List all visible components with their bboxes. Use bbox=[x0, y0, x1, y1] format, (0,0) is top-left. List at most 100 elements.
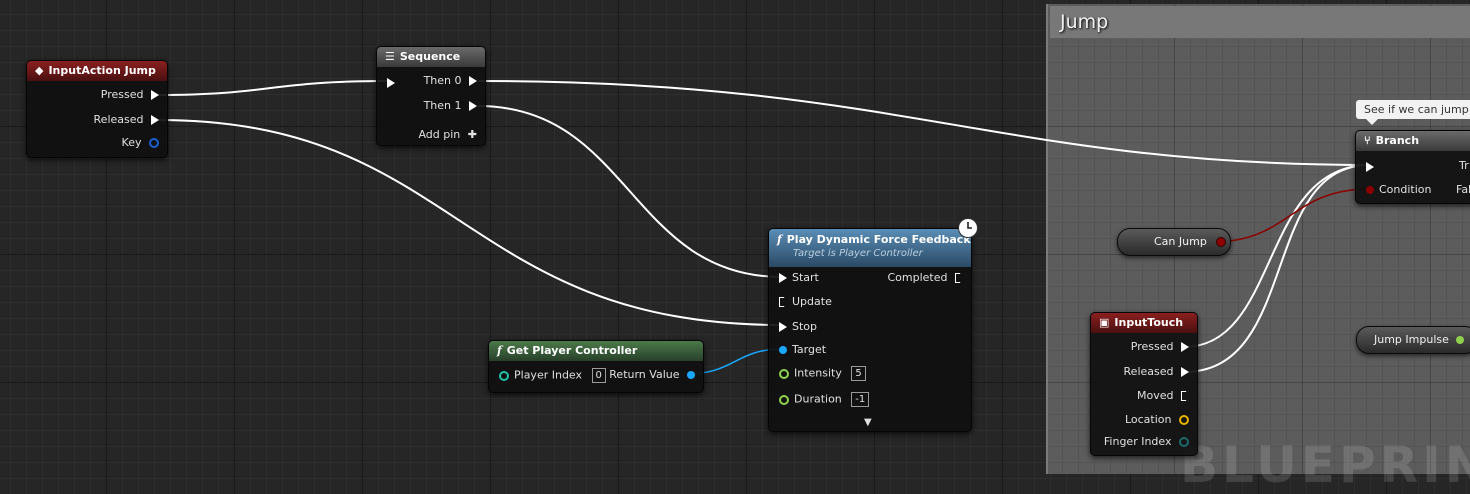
player-index-value-input[interactable]: 0 bbox=[591, 368, 606, 383]
wire-released-to-stop bbox=[157, 119, 783, 326]
pin-return-value[interactable]: Return Value bbox=[609, 368, 695, 381]
node-title: Sequence bbox=[399, 50, 461, 63]
pin-label: Return Value bbox=[609, 368, 680, 381]
sequence-icon: ☰ bbox=[385, 50, 395, 63]
pin-label: Player Index bbox=[514, 368, 583, 382]
variable-label: Jump Impulse bbox=[1374, 333, 1449, 346]
pin-start[interactable]: Start bbox=[779, 271, 819, 284]
pin-label: Location bbox=[1124, 413, 1172, 426]
pin-pressed[interactable]: Pressed bbox=[101, 88, 159, 101]
pin-stop[interactable]: Stop bbox=[779, 320, 817, 333]
pin-released[interactable]: Released bbox=[94, 113, 159, 126]
pin-label: Finger Index bbox=[1103, 435, 1172, 448]
pin-label: Fal bbox=[1456, 183, 1470, 196]
pin-label: Duration bbox=[794, 392, 842, 406]
pin-condition[interactable]: Condition bbox=[1366, 183, 1432, 196]
exec-pin-icon[interactable] bbox=[1181, 391, 1189, 401]
wire-layer bbox=[157, 80, 1371, 375]
pin-label: Condition bbox=[1379, 183, 1432, 196]
exec-pin-icon[interactable] bbox=[1181, 342, 1189, 352]
pin-key[interactable]: Key bbox=[122, 136, 159, 149]
add-icon[interactable]: ✚ bbox=[468, 128, 477, 141]
expand-advanced-button[interactable]: ▼ bbox=[864, 415, 872, 428]
pin-label: Pressed bbox=[100, 88, 144, 101]
duration-value-input[interactable]: -1 bbox=[851, 392, 870, 407]
exec-pin-icon[interactable] bbox=[469, 76, 477, 86]
pin-released[interactable]: Released bbox=[1124, 365, 1189, 378]
exec-pin-icon[interactable] bbox=[779, 297, 787, 307]
pin-label: Released bbox=[93, 113, 144, 126]
pin-intensity[interactable]: Intensity 5 bbox=[779, 366, 866, 381]
exec-pin-icon[interactable] bbox=[779, 273, 787, 283]
exec-pin-icon[interactable] bbox=[955, 273, 963, 283]
pin-label: Moved bbox=[1137, 389, 1174, 402]
pin-completed[interactable]: Completed bbox=[887, 271, 963, 284]
branch-icon: ⑂ bbox=[1364, 134, 1371, 147]
node-title: InputTouch bbox=[1114, 316, 1184, 329]
pin-duration[interactable]: Duration -1 bbox=[779, 392, 870, 407]
pin-finger-index[interactable]: Finger Index bbox=[1104, 435, 1189, 448]
pin-label: Update bbox=[792, 295, 832, 308]
pin-label: Released bbox=[1123, 365, 1174, 378]
node-subtitle: Target is Player Controller bbox=[793, 248, 923, 259]
pin-false[interactable]: Fal bbox=[1456, 183, 1470, 196]
intensity-value-input[interactable]: 5 bbox=[851, 366, 866, 381]
add-pin-button[interactable]: Add pin ✚ bbox=[418, 128, 477, 141]
pin-pressed[interactable]: Pressed bbox=[1131, 340, 1189, 353]
node-title: Branch bbox=[1375, 134, 1420, 147]
variable-can-jump[interactable]: Can Jump bbox=[1117, 228, 1231, 256]
pin-target[interactable]: Target bbox=[779, 343, 826, 356]
float-pin-icon[interactable] bbox=[779, 368, 789, 379]
vector-pin-icon[interactable] bbox=[1179, 415, 1189, 425]
exec-pin-icon[interactable] bbox=[151, 90, 159, 100]
exec-pin-icon[interactable] bbox=[1366, 162, 1374, 172]
node-inputaction-jump[interactable]: ◆ InputAction Jump Pressed Released Key bbox=[26, 60, 168, 158]
pin-true[interactable]: Tr bbox=[1459, 159, 1469, 172]
node-branch[interactable]: ⑂ Branch Tr Condition Fal bbox=[1355, 130, 1470, 204]
pin-exec-in[interactable] bbox=[387, 76, 395, 89]
node-sequence[interactable]: ☰ Sequence Then 0 Then 1 Add pin ✚ bbox=[376, 46, 486, 146]
node-play-dynamic-force-feedback[interactable]: f Play Dynamic Force Feedback Target is P… bbox=[768, 228, 972, 432]
pin-label: Stop bbox=[792, 320, 818, 333]
node-title: Play Dynamic Force Feedback bbox=[786, 233, 971, 246]
pin-moved[interactable]: Moved bbox=[1137, 389, 1189, 402]
float-pin-icon[interactable] bbox=[779, 394, 789, 405]
enum-pin-icon[interactable] bbox=[1179, 437, 1189, 447]
pin-label: Pressed bbox=[1130, 340, 1174, 353]
event-diamond-icon: ◆ bbox=[35, 64, 44, 77]
float-pin-icon[interactable] bbox=[1456, 336, 1465, 344]
pin-then-0[interactable]: Then 0 bbox=[424, 74, 477, 87]
variable-label: Can Jump bbox=[1154, 235, 1207, 248]
function-icon: f bbox=[777, 233, 782, 246]
wire-then1-to-start bbox=[477, 105, 783, 278]
pin-label: Tr bbox=[1459, 159, 1469, 172]
exec-pin-icon[interactable] bbox=[779, 322, 787, 332]
pin-label: Completed bbox=[887, 271, 948, 284]
pin-label: Then 0 bbox=[423, 74, 462, 87]
add-pin-label: Add pin bbox=[418, 128, 461, 141]
exec-pin-icon[interactable] bbox=[469, 101, 477, 111]
latent-clock-icon bbox=[958, 218, 978, 238]
exec-pin-icon[interactable] bbox=[1181, 367, 1189, 377]
struct-pin-icon[interactable] bbox=[149, 138, 159, 148]
node-title: InputAction Jump bbox=[48, 64, 156, 77]
pin-location[interactable]: Location bbox=[1125, 413, 1189, 426]
object-pin-icon[interactable] bbox=[779, 346, 787, 354]
pin-player-index[interactable]: Player Index 0 bbox=[499, 368, 606, 383]
exec-pin-icon[interactable] bbox=[387, 78, 395, 88]
pin-update[interactable]: Update bbox=[779, 295, 832, 308]
pin-exec-in[interactable] bbox=[1366, 160, 1374, 173]
expand-arrow-icon[interactable]: ▼ bbox=[864, 417, 872, 428]
pin-label: Key bbox=[121, 136, 142, 149]
object-pin-icon[interactable] bbox=[687, 371, 695, 379]
bool-pin-icon[interactable] bbox=[1216, 237, 1227, 247]
variable-jump-impulse[interactable]: Jump Impulse bbox=[1356, 326, 1470, 354]
pin-then-1[interactable]: Then 1 bbox=[424, 99, 477, 112]
pin-label: Start bbox=[792, 271, 819, 284]
pin-label: Target bbox=[792, 343, 827, 356]
exec-pin-icon[interactable] bbox=[151, 115, 159, 125]
node-get-player-controller[interactable]: f Get Player Controller Player Index 0 Re… bbox=[488, 340, 704, 393]
node-input-touch[interactable]: ▣ InputTouch Pressed Released Moved Locat… bbox=[1090, 312, 1198, 456]
bool-pin-icon[interactable] bbox=[1366, 186, 1374, 194]
int-pin-icon[interactable] bbox=[499, 370, 509, 381]
